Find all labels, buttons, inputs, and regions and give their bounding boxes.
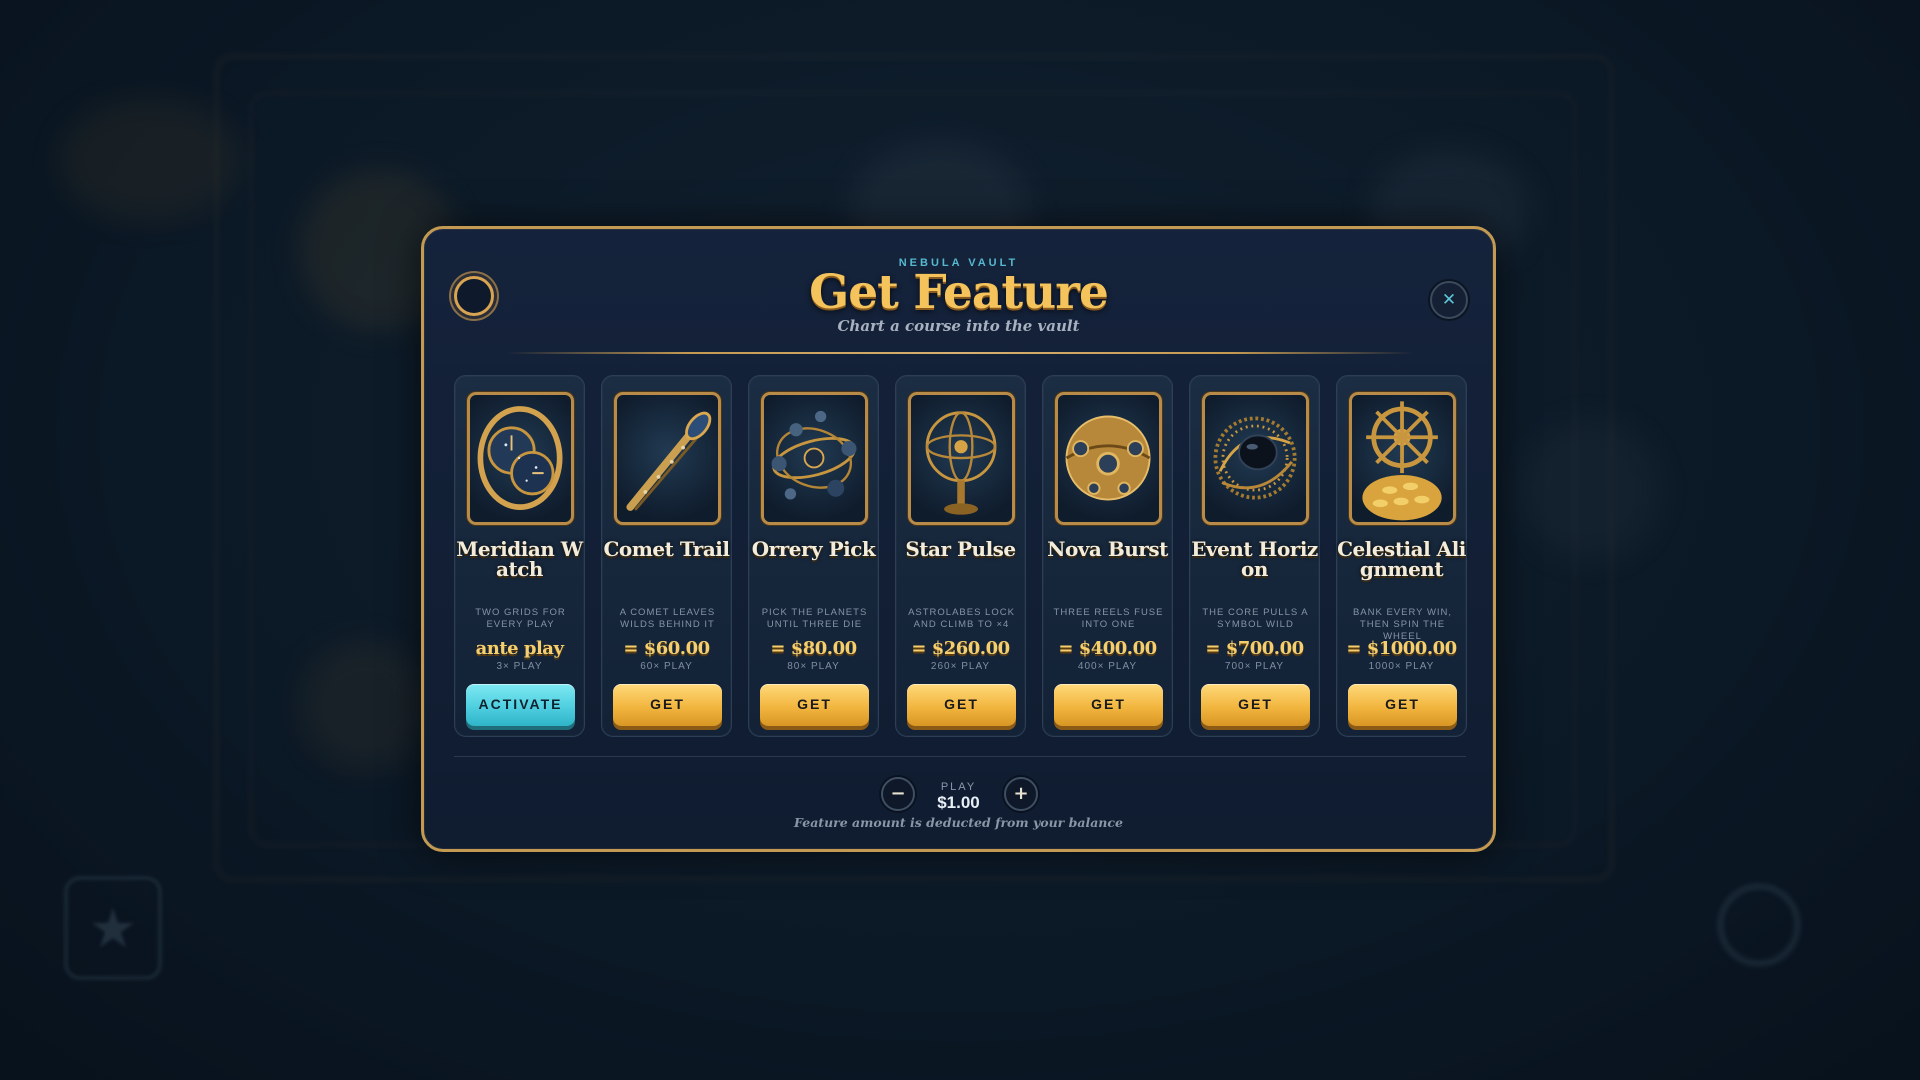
stake-label: PLAY <box>940 781 977 793</box>
feature-card-comet-trail: Comet Trail A COMET LEAVES WILDS BEHIND … <box>601 375 732 737</box>
feature-card-event-horizon: Event Horizon THE CORE PULLS A SYMBOL WI… <box>1189 375 1320 737</box>
comet-icon <box>614 392 721 525</box>
feature-description: TWO GRIDS FOR EVERY PLAY <box>475 607 566 630</box>
get-button[interactable]: GET <box>613 684 722 726</box>
get-button[interactable]: GET <box>1348 684 1457 726</box>
plus-icon: + <box>1013 783 1029 804</box>
feature-name: Celestial Alignment <box>1337 537 1466 581</box>
ship-wheel-coins-icon <box>1349 392 1456 525</box>
black-hole-icon <box>1202 392 1309 525</box>
feature-card-nova-burst: Nova Burst THREE REELS FUSE INTO ONE = $… <box>1042 375 1173 737</box>
modal-subtitle: Chart a course into the vault <box>837 317 1080 335</box>
close-icon: ✕ <box>1441 290 1457 310</box>
increase-stake-button[interactable]: + <box>1004 777 1038 811</box>
dual-clock-icon <box>467 392 574 525</box>
armillary-sphere-icon <box>908 392 1015 525</box>
stake-value: $1.00 <box>937 793 980 812</box>
feature-multiplier: 700× PLAY <box>1224 661 1285 672</box>
modal-title: Get Feature <box>809 265 1109 320</box>
feature-name: Comet Trail <box>603 537 730 561</box>
feature-price: = $80.00 <box>770 638 857 659</box>
close-button[interactable]: ✕ <box>1430 281 1468 319</box>
feature-multiplier: 400× PLAY <box>1077 661 1138 672</box>
feature-price: = $260.00 <box>911 638 1010 659</box>
feature-name: Star Pulse <box>905 537 1016 561</box>
feature-card-orrery-pick: Orrery Pick PICK THE PLANETS UNTIL THREE… <box>748 375 879 737</box>
feature-card-celestial-alignment: Celestial Alignment BANK EVERY WIN, THEN… <box>1336 375 1467 737</box>
title-divider <box>506 352 1414 354</box>
activate-button[interactable]: ACTIVATE <box>466 684 575 726</box>
feature-description: A COMET LEAVES WILDS BEHIND IT <box>619 607 716 630</box>
feature-description: ASTROLABES LOCK AND CLIMB TO ×4 <box>908 607 1015 630</box>
get-button[interactable]: GET <box>1201 684 1310 726</box>
feature-multiplier: 60× PLAY <box>640 661 693 672</box>
feature-card-star-pulse: Star Pulse ASTROLABES LOCK AND CLIMB TO … <box>895 375 1026 737</box>
get-button[interactable]: GET <box>907 684 1016 726</box>
get-button[interactable]: GET <box>760 684 869 726</box>
feature-multiplier: 1000× PLAY <box>1368 661 1435 672</box>
feature-name: Meridian Watch <box>456 537 583 581</box>
feature-multiplier: 80× PLAY <box>787 661 840 672</box>
get-button[interactable]: GET <box>1054 684 1163 726</box>
feature-card-meridian-watch: Meridian Watch TWO GRIDS FOR EVERY PLAY … <box>454 375 585 737</box>
feature-price: ante play <box>475 638 564 659</box>
feature-name: Nova Burst <box>1047 537 1168 561</box>
deduction-note: Feature amount is deducted from your bal… <box>794 815 1123 830</box>
feature-description: PICK THE PLANETS UNTIL THREE DIE <box>761 607 868 630</box>
feature-price: = $400.00 <box>1058 638 1157 659</box>
feature-name: Event Horizon <box>1191 537 1318 581</box>
feature-price: = $700.00 <box>1205 638 1304 659</box>
feature-price: = $60.00 <box>623 638 710 659</box>
feature-description: THREE REELS FUSE INTO ONE <box>1053 607 1164 630</box>
orb-icon <box>1055 392 1162 525</box>
feature-name: Orrery Pick <box>751 537 876 561</box>
feature-multiplier: 260× PLAY <box>930 661 991 672</box>
feature-price: = $1000.00 <box>1346 638 1457 659</box>
feature-description: THE CORE PULLS A SYMBOL WILD <box>1202 607 1309 630</box>
cards-divider <box>454 756 1466 757</box>
orrery-icon <box>761 392 868 525</box>
feature-multiplier: 3× PLAY <box>496 661 543 672</box>
get-feature-modal: NEBULA VAULT Get Feature Chart a course … <box>421 226 1496 852</box>
